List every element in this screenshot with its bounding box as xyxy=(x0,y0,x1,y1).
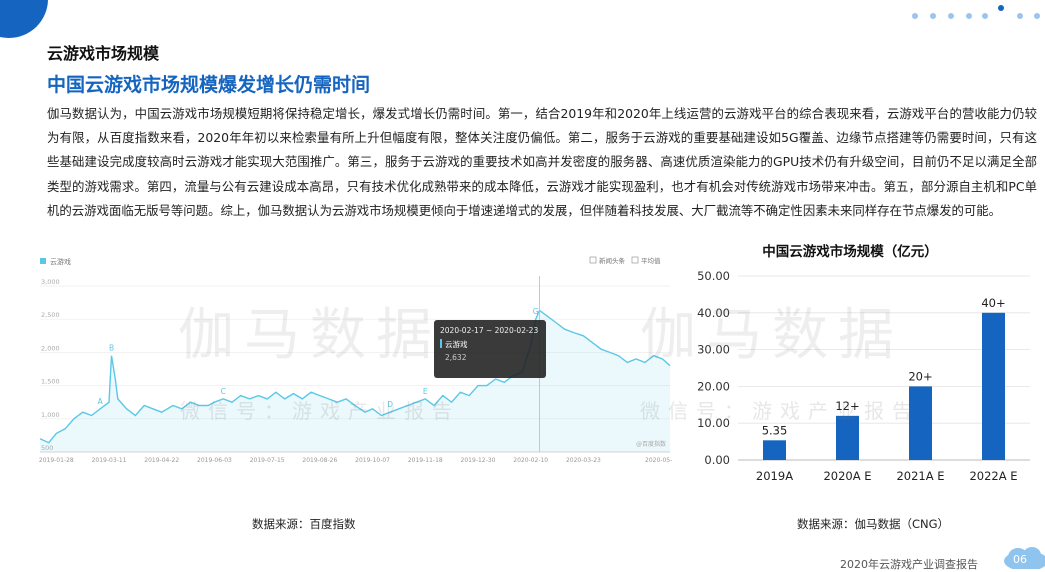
y-tick-label: 3,000 xyxy=(41,278,60,286)
page-number: 06 xyxy=(1013,553,1027,566)
x-tick-label: 2020-02-10 xyxy=(513,457,548,464)
bar-value-label: 20+ xyxy=(908,369,932,383)
source-note-left: 数据来源：百度指数 xyxy=(252,517,356,531)
y-tick-label: 50.00 xyxy=(697,269,730,283)
x-tick-label: 2019-01-28 xyxy=(39,457,74,464)
x-tick-label: 2019-10-07 xyxy=(355,457,390,464)
y-tick-label: 2,500 xyxy=(41,311,60,319)
x-tick-label: 2019-03-11 xyxy=(92,457,127,464)
annotation-label: A xyxy=(98,397,104,406)
x-tick-label: 2019-12-30 xyxy=(461,457,496,464)
legend-check-label: 新闻头条 xyxy=(599,256,626,265)
x-category-label: 2019A xyxy=(756,469,793,483)
bar xyxy=(982,312,1005,460)
legend-series-label: 云游戏 xyxy=(50,257,71,266)
x-category-label: 2021A E xyxy=(896,469,944,483)
x-category-label: 2022A E xyxy=(969,469,1017,483)
y-tick-label: 2,000 xyxy=(41,344,60,352)
y-tick-label: 20.00 xyxy=(697,379,730,393)
y-tick-label: 1,500 xyxy=(41,378,60,386)
footer-report-title: 2020年云游戏产业调查报告 xyxy=(840,558,978,571)
x-tick-label: 2019-08-26 xyxy=(302,457,337,464)
page-headline: 中国云游戏市场规模爆发增长仍需时间 xyxy=(47,74,371,96)
annotation-label: B xyxy=(109,344,114,353)
tooltip-series: 云游戏 xyxy=(445,339,468,349)
body-paragraph: 伽马数据认为，中国云游戏市场规模短期将保持稳定增长，爆发式增长仍需时间。第一，结… xyxy=(47,106,1037,218)
corner-decoration xyxy=(0,0,48,38)
watermark-sub: 微信号：游戏产业报告 xyxy=(180,399,460,423)
bar-value-label: 40+ xyxy=(981,296,1005,310)
legend-check-label: 平均值 xyxy=(641,256,661,265)
legend-swatch xyxy=(40,258,46,264)
section-title: 云游戏市场规模 xyxy=(47,44,160,63)
source-note-right: 数据来源：伽马数据（CNG） xyxy=(797,517,950,531)
legend-checkbox xyxy=(589,256,597,264)
decor-dots xyxy=(912,5,1040,19)
annotation-label: G xyxy=(533,307,539,316)
bar xyxy=(763,440,786,460)
y-tick-label: 1,000 xyxy=(41,411,60,419)
x-tick-label: 2019-06-03 xyxy=(197,457,232,464)
tooltip-value: 2,632 xyxy=(445,353,467,362)
x-tick-label: 2019-04-22 xyxy=(144,457,179,464)
legend-checkbox xyxy=(631,256,639,264)
x-tick-label: 2019-07-15 xyxy=(250,457,285,464)
x-tick-label: 2020-05-25 xyxy=(645,457,672,464)
tooltip-range: 2020-02-17 ~ 2020-02-23 xyxy=(440,326,538,335)
watermark-sub: 微信号：游戏产业报告 xyxy=(640,399,920,423)
bar-value-label: 5.35 xyxy=(762,423,788,437)
watermark-main: 伽马数据 xyxy=(640,303,904,368)
x-tick-label: 2020-03-23 xyxy=(566,457,601,464)
x-category-label: 2020A E xyxy=(823,469,871,483)
corner-source-label: @百度指数 xyxy=(636,440,666,448)
x-tick-label: 2019-11-18 xyxy=(408,457,443,464)
y-tick-label: 0.00 xyxy=(704,453,730,467)
watermark-main: 伽马数据 xyxy=(178,303,442,368)
